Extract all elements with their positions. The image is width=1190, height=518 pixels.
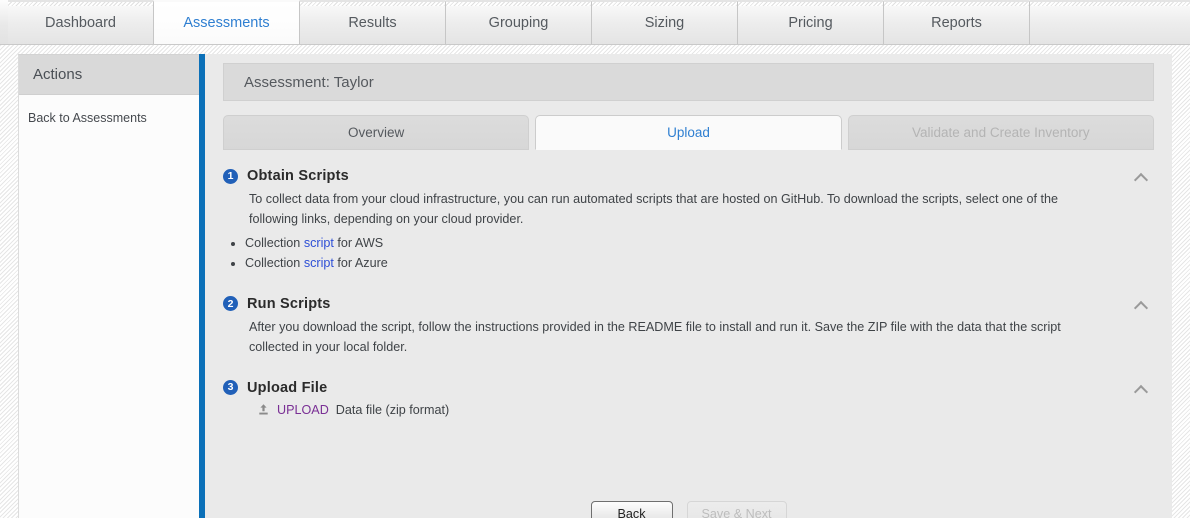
step-title: Upload File <box>247 379 328 396</box>
app-page: Dashboard Assessments Results Grouping S… <box>0 0 1190 518</box>
step-title: Run Scripts <box>247 295 331 312</box>
main-content: Assessment: Taylor Overview Upload Valid… <box>205 54 1172 518</box>
tab-sizing[interactable]: Sizing <box>592 0 738 44</box>
actions-title-label: Actions <box>33 66 83 83</box>
wizard-footer-buttons: Back Save & Next <box>205 501 1172 518</box>
step-number-badge: 1 <box>223 168 238 184</box>
tab-label: Dashboard <box>45 15 116 31</box>
chevron-up-icon[interactable] <box>1134 382 1150 396</box>
button-label: Back <box>617 507 646 518</box>
page-title: Assessment: Taylor <box>244 73 374 91</box>
chevron-up-icon[interactable] <box>1134 298 1150 312</box>
upload-control-row: UPLOAD Data file (zip format) <box>257 403 1154 417</box>
upload-hint: Data file (zip format) <box>335 402 450 417</box>
step-run-scripts: 2 Run Scripts After you download the scr… <box>223 296 1154 358</box>
tab-label: Validate and Create Inventory <box>912 125 1090 140</box>
tab-label: Sizing <box>644 15 685 31</box>
wizard-tabs: Overview Upload Validate and Create Inve… <box>223 115 1154 150</box>
chevron-up-icon[interactable] <box>1134 170 1150 184</box>
steps-container: 1 Obtain Scripts To collect data from yo… <box>223 168 1154 417</box>
step-header: 3 Upload File <box>223 380 1154 396</box>
tab-label: Results <box>348 15 397 31</box>
tab-assessments[interactable]: Assessments <box>154 0 300 44</box>
upload-icon <box>257 403 270 416</box>
step-number-badge: 3 <box>223 380 238 396</box>
list-item: Collection script for AWS <box>245 234 1154 254</box>
aws-script-link[interactable]: script <box>304 236 334 250</box>
step-description: To collect data from your cloud infrastr… <box>249 192 1058 226</box>
tab-validate-and-create-inventory: Validate and Create Inventory <box>847 115 1154 150</box>
actions-panel: Actions Back to Assessments <box>18 54 204 518</box>
tab-grouping[interactable]: Grouping <box>446 0 592 44</box>
tab-dashboard[interactable]: Dashboard <box>8 0 154 44</box>
step-upload-file: 3 Upload File UPLOAD Data file (zip form… <box>223 380 1154 417</box>
sidebar-item-label: Back to Assessments <box>28 111 147 125</box>
tab-label: Upload <box>667 125 710 140</box>
step-description: After you download the script, follow th… <box>249 319 1061 354</box>
top-nav-filler <box>1030 0 1190 44</box>
save-and-next-button: Save & Next <box>686 501 787 518</box>
actions-panel-title: Actions <box>19 55 204 95</box>
script-links-list: Collection script for AWS Collection scr… <box>223 234 1154 274</box>
back-button[interactable]: Back <box>590 501 673 518</box>
tab-reports[interactable]: Reports <box>884 0 1030 44</box>
tab-overview[interactable]: Overview <box>223 115 530 150</box>
tab-label: Pricing <box>788 15 833 31</box>
tab-label: Reports <box>931 15 982 31</box>
azure-script-link[interactable]: script <box>304 256 334 270</box>
step-obtain-scripts: 1 Obtain Scripts To collect data from yo… <box>223 168 1154 274</box>
bullet-prefix: Collection <box>245 256 304 271</box>
upload-link[interactable]: UPLOAD <box>277 403 329 417</box>
tab-upload[interactable]: Upload <box>535 115 842 150</box>
step-number-badge: 2 <box>223 296 238 312</box>
bullet-suffix: for AWS <box>333 235 384 250</box>
tab-results[interactable]: Results <box>300 0 446 44</box>
bullet-suffix: for Azure <box>333 256 388 271</box>
top-navigation: Dashboard Assessments Results Grouping S… <box>0 0 1190 45</box>
sidebar-item-back-to-assessments[interactable]: Back to Assessments <box>28 111 204 125</box>
tab-pricing[interactable]: Pricing <box>738 0 884 44</box>
tab-label: Assessments <box>183 15 270 31</box>
tab-label: Overview <box>348 125 405 140</box>
page-body: Actions Back to Assessments Assessment: … <box>0 45 1190 518</box>
button-label: Save & Next <box>701 507 772 518</box>
tab-label: Grouping <box>488 15 549 31</box>
step-title: Obtain Scripts <box>247 168 349 184</box>
step-header: 2 Run Scripts <box>223 296 1154 312</box>
assessment-header: Assessment: Taylor <box>223 63 1154 101</box>
bullet-prefix: Collection <box>245 235 304 250</box>
list-item: Collection script for Azure <box>245 254 1154 274</box>
step-header: 1 Obtain Scripts <box>223 168 1154 184</box>
